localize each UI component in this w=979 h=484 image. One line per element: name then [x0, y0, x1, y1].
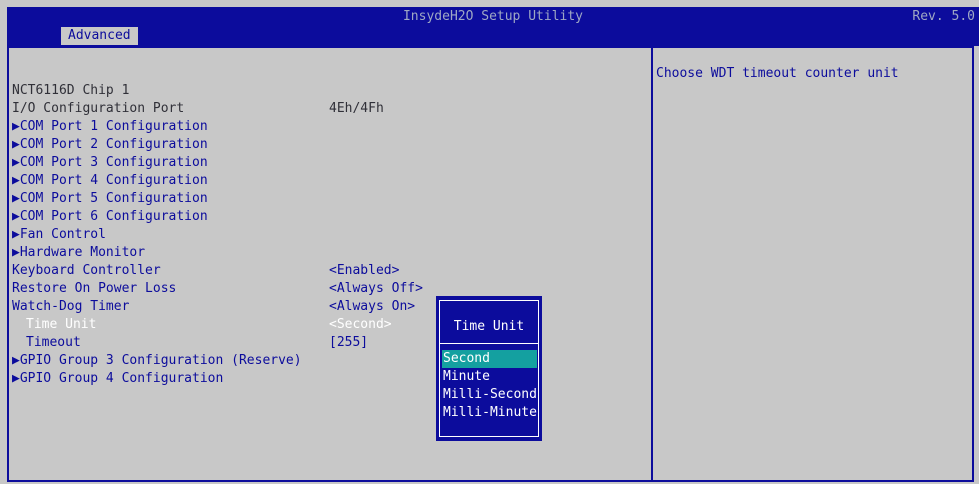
setting-value[interactable]: <Always Off> [329, 280, 423, 298]
option-milli-second[interactable]: Milli-Second [442, 386, 537, 404]
title-bar: InsydeH2O Setup Utility Rev. 5.0 [7, 7, 979, 26]
setting-watch-dog-timer[interactable]: Watch-Dog Timer <Always On> [12, 298, 415, 316]
revision-label: Rev. 5.0 [912, 9, 975, 24]
item-label: ▶COM Port 6 Configuration [12, 209, 208, 224]
menu-item-com-port-3[interactable]: ▶COM Port 3 Configuration [12, 154, 208, 172]
setting-value[interactable]: <Enabled> [329, 262, 399, 280]
option-second[interactable]: Second [442, 350, 537, 368]
menu-item-fan-control[interactable]: ▶Fan Control [12, 226, 106, 244]
setting-value[interactable]: <Always On> [329, 298, 415, 316]
app-title: InsydeH2O Setup Utility [402, 9, 583, 24]
item-label: ▶GPIO Group 3 Configuration (Reserve) [12, 353, 302, 368]
item-label: Restore On Power Loss [12, 281, 177, 296]
tab-bar: Advanced [7, 26, 979, 46]
option-minute[interactable]: Minute [442, 368, 537, 386]
tab-advanced[interactable]: Advanced [61, 27, 138, 45]
menu-item-gpio-group-4[interactable]: ▶GPIO Group 4 Configuration [12, 370, 223, 388]
menu-item-com-port-2[interactable]: ▶COM Port 2 Configuration [12, 136, 208, 154]
time-unit-popup: Time Unit Second Minute Milli-Second Mil… [436, 296, 542, 441]
menu-item-gpio-group-3[interactable]: ▶GPIO Group 3 Configuration (Reserve) [12, 352, 302, 370]
option-milli-minute[interactable]: Milli-Minute [442, 404, 537, 422]
pane-divider [651, 46, 653, 482]
item-label: ▶COM Port 2 Configuration [12, 137, 208, 152]
item-label: NCT6116D Chip 1 [12, 83, 130, 98]
chip-heading: NCT6116D Chip 1 [12, 82, 129, 100]
io-config-port-row: I/O Configuration Port 4Eh/4Fh [12, 100, 384, 118]
menu-item-com-port-1[interactable]: ▶COM Port 1 Configuration [12, 118, 208, 136]
io-config-port-value: 4Eh/4Fh [329, 101, 384, 116]
menu-item-com-port-4[interactable]: ▶COM Port 4 Configuration [12, 172, 208, 190]
popup-title: Time Unit [453, 319, 525, 334]
item-label: ▶Hardware Monitor [12, 245, 146, 260]
item-label: Timeout [26, 335, 81, 350]
menu-item-com-port-5[interactable]: ▶COM Port 5 Configuration [12, 190, 208, 208]
setting-value[interactable]: <Second> [329, 316, 392, 334]
item-label: Keyboard Controller [12, 263, 161, 278]
setting-time-unit[interactable]: Time Unit <Second> [12, 316, 392, 334]
popup-separator [439, 343, 539, 344]
item-label: ▶COM Port 1 Configuration [12, 119, 208, 134]
item-label: ▶COM Port 3 Configuration [12, 155, 208, 170]
item-label: ▶COM Port 5 Configuration [12, 191, 208, 206]
item-label: Time Unit [26, 317, 97, 332]
item-label: I/O Configuration Port [12, 101, 185, 116]
menu-item-hardware-monitor[interactable]: ▶Hardware Monitor [12, 244, 145, 262]
item-label: Watch-Dog Timer [12, 299, 130, 314]
menu-item-com-port-6[interactable]: ▶COM Port 6 Configuration [12, 208, 208, 226]
help-text: Choose WDT timeout counter unit [656, 66, 899, 81]
item-label: ▶Fan Control [12, 227, 106, 242]
setting-timeout[interactable]: Timeout [255] [12, 334, 368, 352]
setting-restore-on-power-loss[interactable]: Restore On Power Loss <Always Off> [12, 280, 423, 298]
item-label: ▶GPIO Group 4 Configuration [12, 371, 224, 386]
setting-value[interactable]: [255] [329, 334, 368, 352]
setting-keyboard-controller[interactable]: Keyboard Controller <Enabled> [12, 262, 399, 280]
item-label: ▶COM Port 4 Configuration [12, 173, 208, 188]
